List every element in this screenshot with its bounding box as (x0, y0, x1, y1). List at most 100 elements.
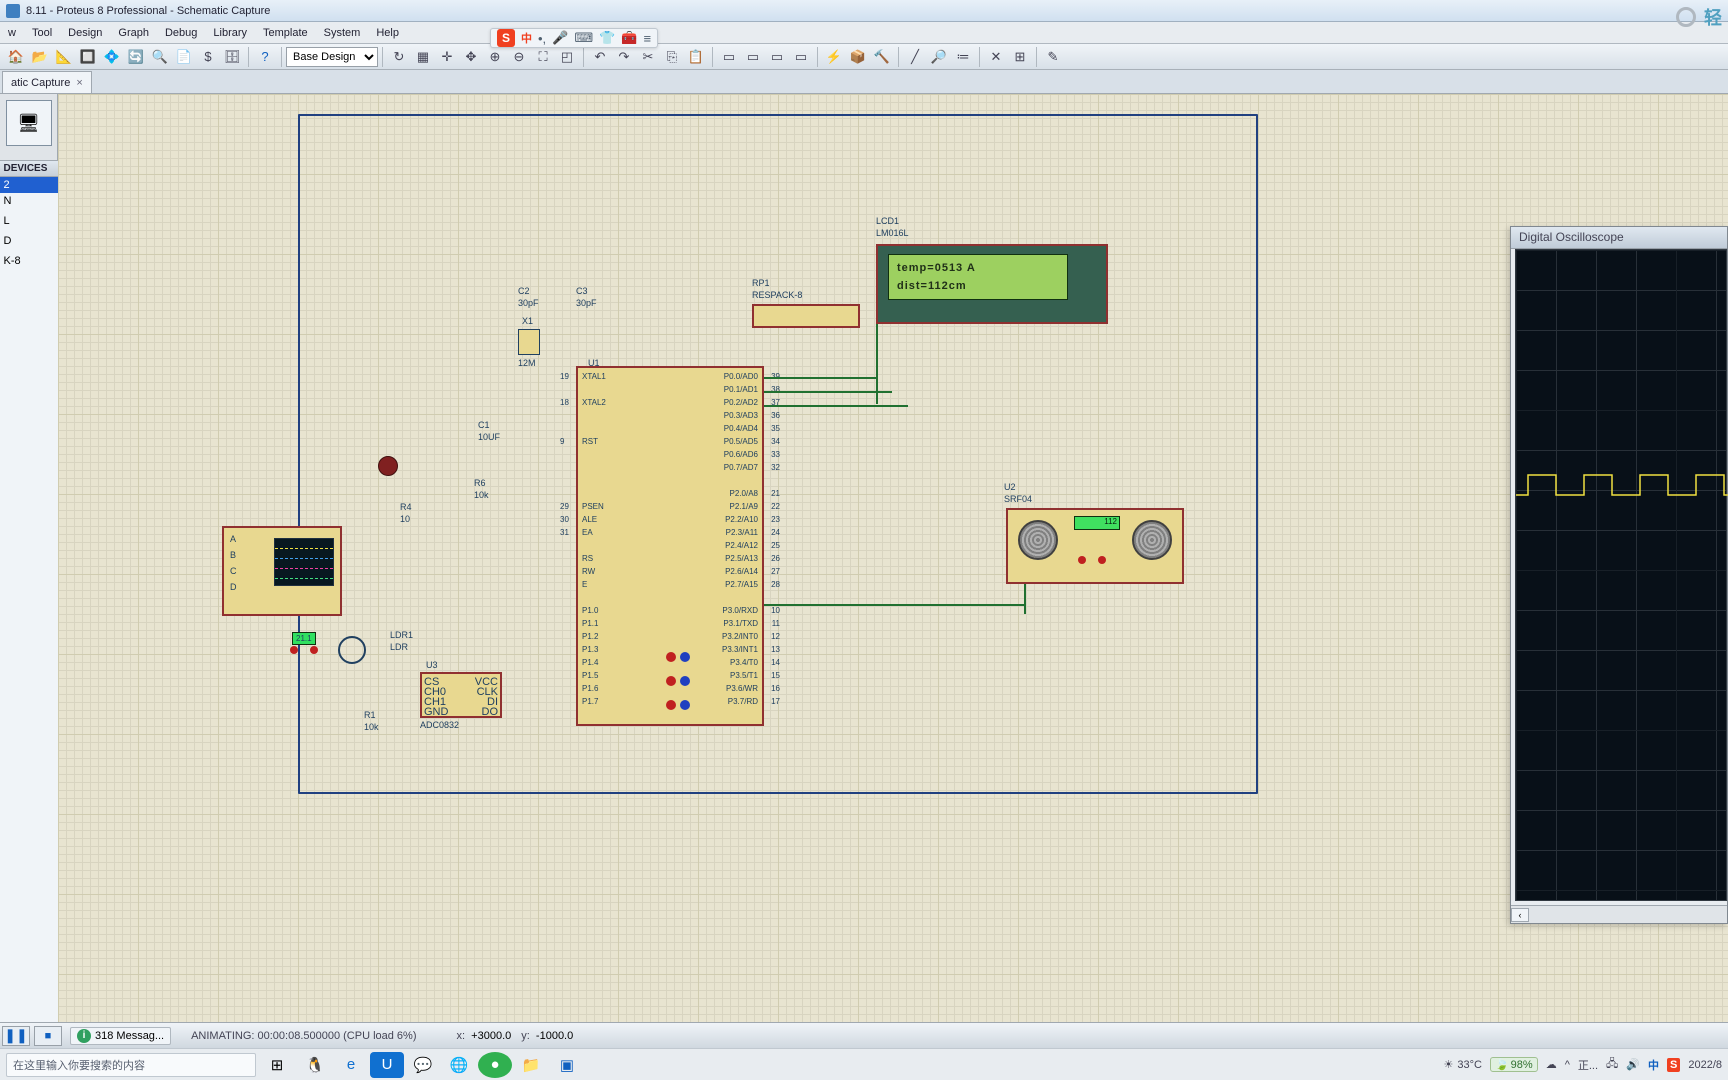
messages-pill[interactable]: i 318 Messag... (70, 1027, 171, 1045)
netlist-icon[interactable]: ⊞ (1009, 46, 1031, 68)
ldr-value-badge[interactable]: 21.1 (292, 632, 316, 645)
ime-menu-icon[interactable]: ≡ (644, 31, 652, 46)
refresh-icon[interactable]: 🔄 (125, 46, 147, 68)
ime-punct-icon[interactable]: •, (538, 31, 546, 46)
device-row[interactable]: D (0, 233, 58, 249)
device-row[interactable]: N (0, 193, 58, 209)
close-icon[interactable]: × (76, 77, 82, 89)
taskview-icon[interactable]: ⊞ (260, 1052, 294, 1078)
menu-design[interactable]: Design (60, 27, 110, 39)
block-rotate-icon[interactable]: ▭ (766, 46, 788, 68)
cut-icon[interactable]: ✂ (637, 46, 659, 68)
explorer-icon[interactable]: 📁 (514, 1052, 548, 1078)
proteus-icon[interactable]: ▣ (550, 1052, 584, 1078)
chip-icon[interactable]: 💠 (101, 46, 123, 68)
help-icon[interactable]: ? (254, 46, 276, 68)
code-icon[interactable]: $ (197, 46, 219, 68)
undo-icon[interactable]: ↶ (589, 46, 611, 68)
oscilloscope-window[interactable]: Digital Oscilloscope ‹ (1510, 226, 1728, 924)
rp1-component[interactable] (752, 304, 860, 328)
ime-mic-icon[interactable]: 🎤 (552, 30, 568, 46)
wechat-icon[interactable]: 💬 (406, 1052, 440, 1078)
lcd-component[interactable]: temp=0513 A dist=112cm (876, 244, 1108, 324)
block-delete-icon[interactable]: ▭ (790, 46, 812, 68)
canvas[interactable]: LCD1 LM016L temp=0513 A dist=112cm RP1 R… (58, 94, 1728, 1022)
redraw-icon[interactable]: ↻ (388, 46, 410, 68)
x1-component[interactable] (518, 329, 540, 355)
oscilloscope-screen[interactable] (1515, 249, 1727, 901)
zoomall-icon[interactable]: ⛶ (532, 46, 554, 68)
menu-template[interactable]: Template (255, 27, 316, 39)
tray-lang-icon[interactable]: 中 (1648, 1057, 1659, 1073)
pcb-icon[interactable]: 🔲 (77, 46, 99, 68)
open-icon[interactable]: 📂 (29, 46, 51, 68)
ime-skin-icon[interactable]: 👕 (599, 30, 615, 46)
menu-w[interactable]: w (0, 27, 24, 39)
db-icon[interactable]: 🗄 (221, 46, 243, 68)
grid-icon[interactable]: ▦ (412, 46, 434, 68)
menu-tool[interactable]: Tool (24, 27, 60, 39)
qq-icon[interactable]: 🐧 (298, 1052, 332, 1078)
tray-sogou-icon[interactable]: S (1667, 1058, 1680, 1072)
tray-net-icon[interactable]: 🖧 (1606, 1055, 1618, 1074)
battery-widget[interactable]: 🍃 98% (1490, 1057, 1538, 1072)
tray-date[interactable]: 2022/8 (1688, 1059, 1722, 1071)
ime-toolbar[interactable]: S 中 •, 🎤 ⌨ 👕 🧰 ≡ (490, 28, 658, 48)
button-array[interactable] (662, 648, 736, 738)
pan-icon[interactable]: ✥ (460, 46, 482, 68)
u2-component[interactable]: 112 (1006, 508, 1184, 584)
origin-icon[interactable]: ✛ (436, 46, 458, 68)
pick-icon[interactable]: ⚡ (823, 46, 845, 68)
paste-icon[interactable]: 📋 (685, 46, 707, 68)
ldr-component[interactable] (338, 636, 366, 664)
overview-icon[interactable]: 🖥 (6, 100, 52, 146)
edit-icon[interactable]: ✎ (1042, 46, 1064, 68)
zoom-icon[interactable]: 🔍 (149, 46, 171, 68)
u2-plus-button[interactable] (1098, 556, 1106, 564)
zoomout-icon[interactable]: ⊖ (508, 46, 530, 68)
menu-library[interactable]: Library (205, 27, 255, 39)
tray-vol-icon[interactable]: 🔊 (1626, 1058, 1640, 1071)
sogou-icon[interactable]: S (497, 29, 515, 47)
app1-icon[interactable]: U (370, 1052, 404, 1078)
design-select[interactable]: Base Design (286, 47, 378, 67)
led-d4[interactable] (378, 456, 398, 476)
package-icon[interactable]: 📦 (847, 46, 869, 68)
stop-button[interactable]: ■ (34, 1026, 62, 1046)
device-row[interactable]: L (0, 213, 58, 229)
block-move-icon[interactable]: ▭ (742, 46, 764, 68)
oscilloscope-scrollbar[interactable]: ‹ (1511, 905, 1727, 923)
menu-system[interactable]: System (316, 27, 369, 39)
ime-keyboard-icon[interactable]: ⌨ (574, 30, 593, 46)
home-icon[interactable]: 🏠 (5, 46, 27, 68)
block-copy-icon[interactable]: ▭ (718, 46, 740, 68)
property-icon[interactable]: ≔ (952, 46, 974, 68)
app2-icon[interactable]: ● (478, 1052, 512, 1078)
redo-icon[interactable]: ↷ (613, 46, 635, 68)
u3-component[interactable]: CSVCCCH0CLKCH1DIGNDDO (420, 672, 502, 718)
menu-help[interactable]: Help (368, 27, 407, 39)
record-icon[interactable] (1676, 7, 1696, 27)
weather-widget[interactable]: ☀ 33°C (1444, 1058, 1482, 1071)
oscilloscope-probe[interactable]: A B C D (222, 526, 342, 616)
u2-minus-button[interactable] (1078, 556, 1086, 564)
scroll-left-icon[interactable]: ‹ (1511, 908, 1529, 922)
device-row[interactable]: K-8 (0, 253, 58, 269)
menu-debug[interactable]: Debug (157, 27, 205, 39)
devices-list[interactable]: 2NLD K-8 (0, 177, 58, 269)
pause-button[interactable]: ❚❚ (2, 1026, 30, 1046)
decompose-icon[interactable]: 🔨 (871, 46, 893, 68)
ime-lang[interactable]: 中 (521, 30, 532, 46)
ldr-minus-button[interactable] (290, 646, 298, 654)
schematic-icon[interactable]: 📐 (53, 46, 75, 68)
tray-chevron-icon[interactable]: ^ (1565, 1059, 1570, 1071)
zoomarea-icon[interactable]: ◰ (556, 46, 578, 68)
ime-toolbox-icon[interactable]: 🧰 (621, 30, 637, 46)
zoomin-icon[interactable]: ⊕ (484, 46, 506, 68)
wire-icon[interactable]: ╱ (904, 46, 926, 68)
ldr-plus-button[interactable] (310, 646, 318, 654)
device-row[interactable]: 2 (0, 177, 58, 193)
copy-icon[interactable]: ⎘ (661, 46, 683, 68)
ie-icon[interactable]: e (334, 1052, 368, 1078)
tray-cloud-icon[interactable]: ☁ (1546, 1058, 1557, 1071)
